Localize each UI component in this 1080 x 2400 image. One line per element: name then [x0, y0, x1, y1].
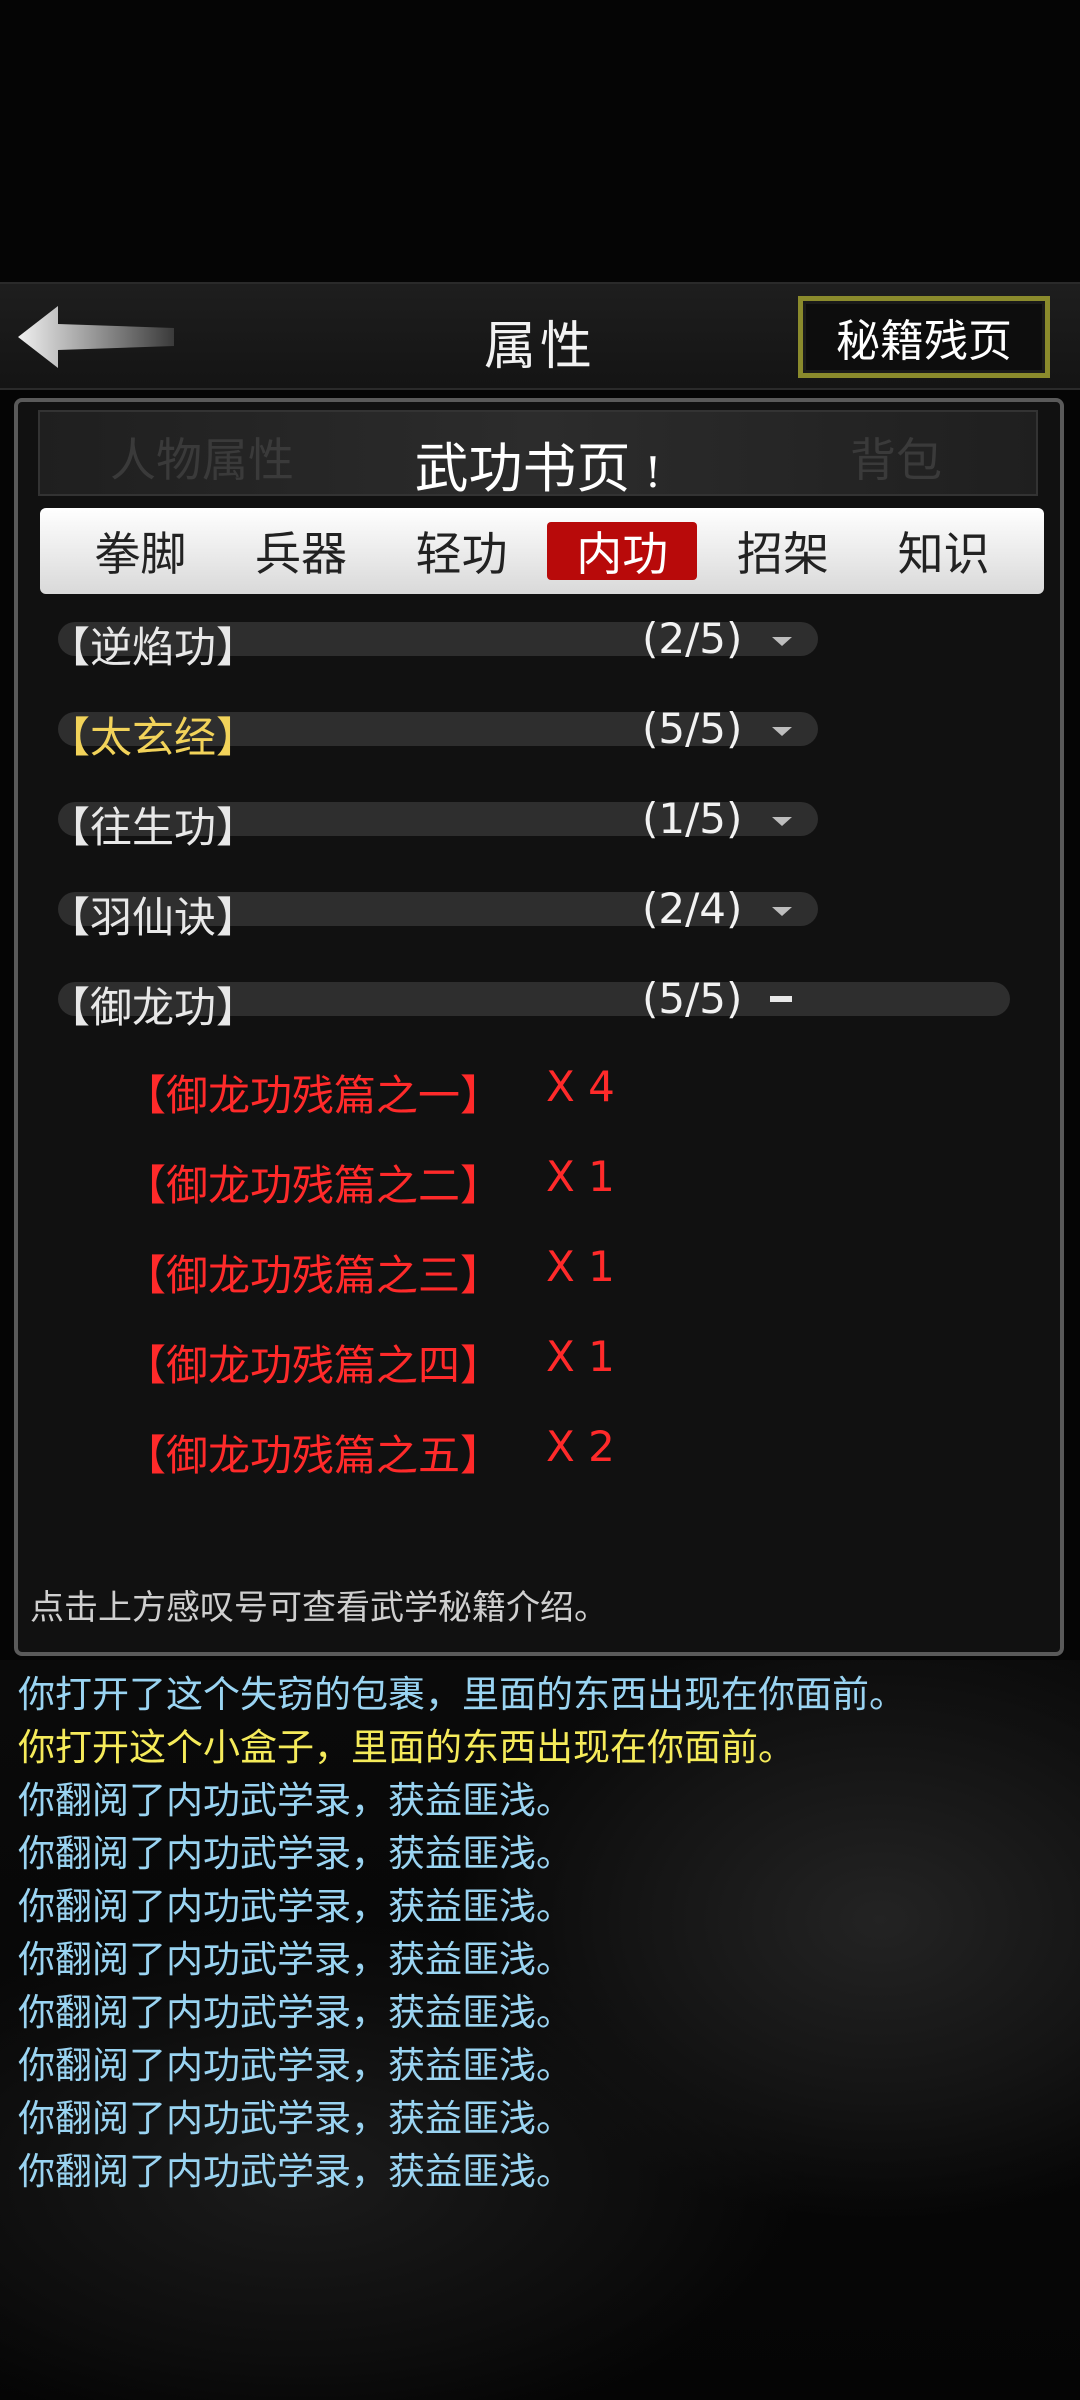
fragment-quantity: X 2 [546, 1422, 615, 1471]
skill-progress: (2/5) [642, 614, 743, 663]
skill-progress: (1/5) [642, 794, 743, 843]
skill-progress: (2/4) [642, 884, 743, 933]
skill-name: 【往生功】 [48, 803, 259, 852]
fragment-item[interactable]: 【御龙功残篇之一】 X 4 [18, 1062, 1058, 1120]
skill-category-tabs: 拳脚 兵器 轻功 内功 招架 知识 [40, 508, 1044, 594]
panel-title-bar: 人物属性 背包 武功书页! [38, 410, 1038, 500]
log-line: 你打开这个小盒子，里面的东西出现在你面前。 [18, 1726, 795, 1769]
hint-text: 点击上方感叹号可查看武学秘籍介绍。 [30, 1588, 608, 1628]
skill-name: 【逆焰功】 [48, 623, 259, 672]
skill-pages-panel: 人物属性 背包 武功书页! 拳脚 兵器 轻功 内功 招架 知识 【逆焰功】 (2… [14, 398, 1064, 1656]
fragment-name: 【御龙功残篇之三】 [124, 1251, 503, 1300]
log-line: 你翻阅了内功武学录，获益匪浅。 [18, 1885, 573, 1928]
tab-fist-kick[interactable]: 拳脚 [65, 522, 215, 581]
panel-title-text: 武功书页 [414, 437, 631, 500]
fragment-name: 【御龙功残篇之五】 [124, 1431, 503, 1480]
collapse-minus-icon[interactable] [770, 996, 792, 1002]
fragment-quantity: X 4 [546, 1062, 615, 1111]
skill-progress: (5/5) [642, 974, 743, 1023]
fragment-quantity: X 1 [546, 1242, 615, 1291]
fragment-quantity: X 1 [546, 1332, 615, 1381]
tab-internal-skill[interactable]: 内功 [547, 522, 698, 581]
log-line: 你翻阅了内功武学录，获益匪浅。 [18, 1779, 573, 1822]
tab-knowledge[interactable]: 知识 [869, 522, 1019, 581]
fragment-name: 【御龙功残篇之二】 [124, 1161, 503, 1210]
skill-name: 【太玄经】 [48, 713, 259, 762]
skill-row[interactable]: 【太玄经】 (5/5) [18, 700, 1058, 762]
tab-weapons[interactable]: 兵器 [226, 522, 376, 581]
fragment-name: 【御龙功残篇之四】 [124, 1341, 503, 1390]
fragment-item[interactable]: 【御龙功残篇之五】 X 2 [18, 1422, 1058, 1480]
skill-name: 【羽仙诀】 [48, 893, 259, 942]
log-line: 你翻阅了内功武学录，获益匪浅。 [18, 1938, 573, 1981]
tab-lightness-skill[interactable]: 轻功 [387, 522, 537, 581]
message-log: 你打开了这个失窃的包裹，里面的东西出现在你面前。 你打开这个小盒子，里面的东西出… [18, 1668, 1068, 2198]
skill-name: 【御龙功】 [48, 983, 259, 1032]
fragment-item[interactable]: 【御龙功残篇之四】 X 1 [18, 1332, 1058, 1390]
skill-progress: (5/5) [642, 704, 743, 753]
skill-row[interactable]: 【羽仙诀】 (2/4) [18, 880, 1058, 942]
log-line: 你翻阅了内功武学录，获益匪浅。 [18, 1991, 573, 2034]
log-line: 你翻阅了内功武学录，获益匪浅。 [18, 2097, 573, 2140]
tab-parry[interactable]: 招架 [708, 522, 858, 581]
fragment-item[interactable]: 【御龙功残篇之二】 X 1 [18, 1152, 1058, 1210]
secret-pages-button[interactable]: 秘籍残页 [798, 296, 1050, 378]
expand-arrow-icon[interactable] [772, 727, 792, 736]
skill-row-expanded[interactable]: 【御龙功】 (5/5) [18, 970, 1058, 1032]
expand-arrow-icon[interactable] [772, 907, 792, 916]
exclamation-info-icon[interactable]: ! [645, 448, 662, 497]
skill-row[interactable]: 【往生功】 (1/5) [18, 790, 1058, 852]
log-line: 你翻阅了内功武学录，获益匪浅。 [18, 2150, 573, 2193]
expand-arrow-icon[interactable] [772, 817, 792, 826]
log-line: 你翻阅了内功武学录，获益匪浅。 [18, 2044, 573, 2087]
fragment-name: 【御龙功残篇之一】 [124, 1071, 503, 1120]
skill-row[interactable]: 【逆焰功】 (2/5) [18, 610, 1058, 672]
fragment-quantity: X 1 [546, 1152, 615, 1201]
fragment-item[interactable]: 【御龙功残篇之三】 X 1 [18, 1242, 1058, 1300]
log-line: 你打开了这个失窃的包裹，里面的东西出现在你面前。 [18, 1673, 906, 1716]
top-header: 属性 秘籍残页 [0, 282, 1080, 390]
log-line: 你翻阅了内功武学录，获益匪浅。 [18, 1832, 573, 1875]
expand-arrow-icon[interactable] [772, 637, 792, 646]
panel-title: 武功书页! [40, 424, 1036, 503]
